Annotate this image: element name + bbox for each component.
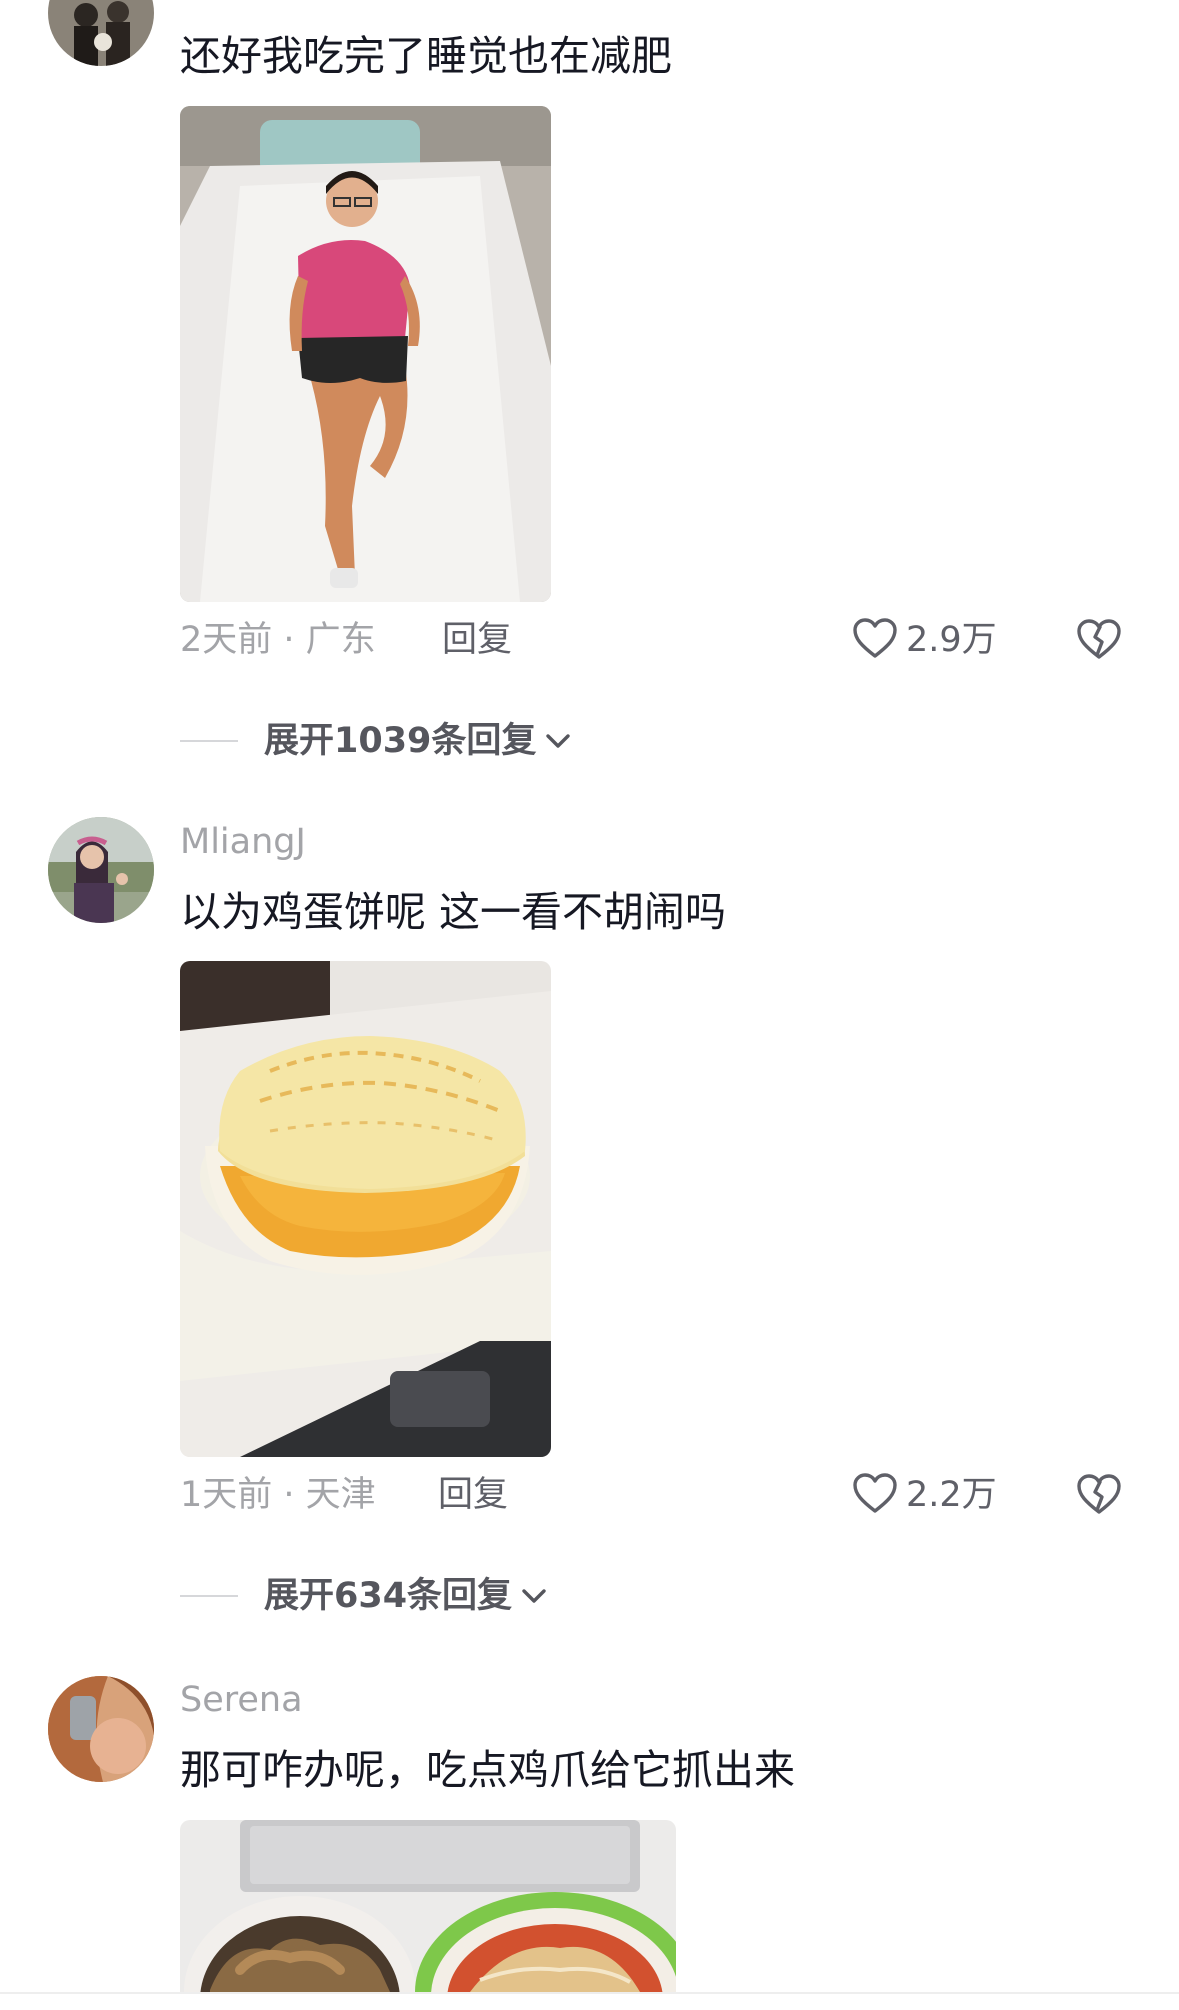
like-button[interactable]: 2.9万 <box>852 615 997 665</box>
reply-button[interactable]: 回复 <box>438 1470 508 1520</box>
heart-outline-icon <box>852 617 898 663</box>
avatar[interactable] <box>48 817 154 923</box>
avatar[interactable] <box>48 1676 154 1782</box>
avatar[interactable] <box>48 0 154 66</box>
heart-outline-icon <box>852 1472 898 1518</box>
chevron-down-icon <box>522 1589 546 1603</box>
reply-button[interactable]: 回复 <box>442 615 512 665</box>
like-count: 2.9万 <box>906 620 997 660</box>
chevron-down-icon <box>546 734 571 748</box>
comment-meta: 1天前 · 天津 回复 2.2万 <box>180 1470 1140 1520</box>
comment-item: MliangJ 以为鸡蛋饼呢 这一看不胡闹吗 1天前 · 天津 回复 2.2万 … <box>0 800 1179 1660</box>
broken-heart-icon[interactable] <box>1076 1472 1122 1520</box>
like-count: 2.2万 <box>906 1475 997 1515</box>
comment-image[interactable] <box>180 1820 676 1992</box>
comment-meta: 2天前 · 广东 回复 2.9万 <box>180 615 1140 665</box>
expand-replies-label: 展开634条回复 <box>264 1576 513 1616</box>
comment-text: 还好我吃完了睡觉也在减肥 <box>180 32 672 80</box>
divider <box>0 1992 1179 1994</box>
comment-image[interactable] <box>180 961 551 1457</box>
comment-item: 还好我吃完了睡觉也在减肥 2天前 · 广东 回复 2.9万 展开1039条回复 <box>0 0 1179 800</box>
expand-replies[interactable]: 展开1039条回复 <box>180 716 574 766</box>
expand-replies-label: 展开1039条回复 <box>264 721 537 761</box>
comment-time-location: 1天前 · 天津 <box>180 1475 376 1515</box>
comment-time-location: 2天前 · 广东 <box>180 620 376 660</box>
comment-text: 那可咋办呢，吃点鸡爪给它抓出来 <box>180 1746 795 1794</box>
expand-replies-button[interactable]: 展开634条回复 <box>264 1571 550 1621</box>
comment-username[interactable]: MliangJ <box>180 822 306 862</box>
divider <box>180 740 238 742</box>
comment-item: Serena 那可咋办呢，吃点鸡爪给它抓出来 <box>0 1660 1179 2010</box>
like-button[interactable]: 2.2万 <box>852 1470 997 1520</box>
comment-text: 以为鸡蛋饼呢 这一看不胡闹吗 <box>180 888 727 936</box>
divider <box>180 1595 238 1597</box>
broken-heart-icon[interactable] <box>1076 617 1122 665</box>
expand-replies[interactable]: 展开634条回复 <box>180 1571 550 1621</box>
comment-username[interactable]: Serena <box>180 1680 303 1720</box>
expand-replies-button[interactable]: 展开1039条回复 <box>264 716 574 766</box>
comment-image[interactable] <box>180 106 551 602</box>
